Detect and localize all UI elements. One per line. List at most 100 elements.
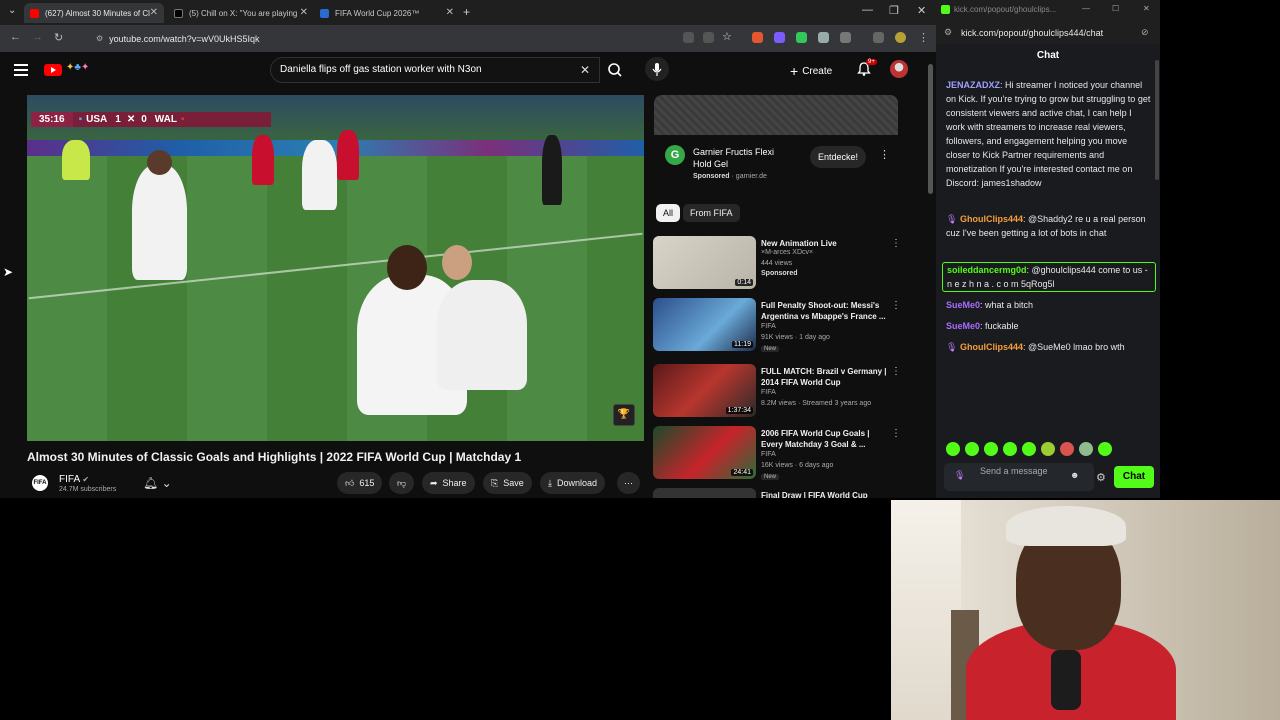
browser-menu-icon[interactable]: ⋮ — [918, 31, 929, 44]
emote-icon[interactable] — [965, 442, 979, 456]
more-vertical-icon[interactable]: ⋮ — [879, 148, 890, 161]
more-vertical-icon[interactable]: ⋮ — [891, 300, 901, 311]
chat-url-bar[interactable]: ⚙ kick.com/popout/ghoulclips444/chat ⊘ — [936, 22, 1160, 44]
extension-icon[interactable] — [774, 32, 785, 43]
emote-icon[interactable] — [1060, 442, 1074, 456]
emote-icon[interactable] — [1079, 442, 1093, 456]
chat-username[interactable]: JENAZADXZ — [946, 80, 1000, 90]
more-vertical-icon[interactable]: ⋮ — [891, 238, 901, 249]
site-info-icon[interactable]: ⚙ — [944, 27, 952, 38]
share-button[interactable]: ➦ Share — [422, 472, 475, 494]
extension-icon[interactable] — [752, 32, 763, 43]
tab-search-icon[interactable]: ⌄ — [8, 5, 16, 16]
subscription-bell-button[interactable]: 🔔︎ ⌄ — [143, 476, 172, 490]
emote-icon[interactable] — [1022, 442, 1036, 456]
site-info-icon[interactable]: ⚙ — [96, 34, 103, 43]
ad-banner-image[interactable] — [654, 95, 898, 135]
search-button[interactable] — [600, 57, 630, 83]
mic-badge-icon: 🎙︎ — [954, 470, 966, 480]
reload-icon[interactable]: ↻ — [54, 31, 63, 44]
like-button[interactable]: 👍︎ 615 — [337, 472, 383, 494]
tab-x[interactable]: (5) Chill on X: "You are playing ✕ — [168, 3, 314, 23]
extension-icon[interactable] — [796, 32, 807, 43]
bookmark-star-icon[interactable]: ☆ — [722, 30, 733, 43]
chat-message-input[interactable]: 🎙︎ Send a message ☻ — [944, 463, 1094, 491]
recommendation-item[interactable]: 1:37:34 FULL MATCH: Brazil v Germany | 2… — [653, 364, 903, 422]
channel-name[interactable]: FIFA ✔ — [59, 474, 89, 485]
channel-avatar[interactable]: FIFA — [32, 475, 48, 491]
scrollbar-thumb[interactable] — [1155, 60, 1159, 180]
download-button[interactable]: ⤓ Download — [540, 472, 606, 494]
chat-username[interactable]: GhoulClips444 — [960, 342, 1023, 352]
chip-from-fifa[interactable]: From FIFA — [683, 204, 740, 222]
video-thumbnail: 1:37:34 — [653, 364, 756, 417]
chat-send-button[interactable]: Chat — [1114, 466, 1154, 488]
extension-icon[interactable] — [873, 32, 884, 43]
close-window-icon[interactable]: ✕ — [917, 4, 926, 17]
chat-username[interactable]: SueMe0 — [946, 321, 980, 331]
ad-card[interactable]: G Garnier Fructis Flexi Hold Gel Sponsor… — [654, 135, 898, 190]
voice-search-button[interactable] — [645, 57, 669, 81]
ad-sponsor-line: Sponsored · garnier.de — [693, 173, 767, 180]
more-horizontal-icon: ⋯ — [624, 477, 633, 488]
tab-fifa[interactable]: FIFA World Cup 2026™ ✕ — [314, 3, 460, 23]
cast-icon[interactable] — [683, 32, 694, 43]
video-player[interactable] — [27, 95, 644, 441]
doodle-icon[interactable]: ✦♣✦ — [66, 62, 106, 78]
maximize-icon[interactable]: ☐ — [1112, 4, 1119, 13]
recommendation-item[interactable]: 24:41 2006 FIFA World Cup Goals | Every … — [653, 426, 903, 484]
chat-username[interactable]: soileddancermg0d — [947, 265, 1027, 275]
chat-text: : fuckable — [980, 321, 1019, 331]
extensions-puzzle-icon[interactable] — [840, 32, 851, 43]
url-field[interactable]: ⚙ youtube.com/watch?v=wV0UkHS5Iqk — [88, 29, 738, 48]
dislike-button[interactable]: 👎︎ — [389, 472, 415, 494]
more-vertical-icon[interactable]: ⋮ — [891, 428, 901, 439]
emote-icon[interactable] — [946, 442, 960, 456]
recommendation-item[interactable]: 0:14 New Animation Live ×M-arces XDcv× 4… — [653, 236, 903, 294]
recommendation-item[interactable]: Final Draw | FIFA World Cup — [653, 488, 903, 498]
minimize-icon[interactable]: — — [862, 4, 873, 16]
chat-username[interactable]: GhoulClips444 — [960, 214, 1023, 224]
close-window-icon[interactable]: ✕ — [1143, 4, 1150, 13]
recommendation-title: FULL MATCH: Brazil v Germany | 2014 FIFA… — [761, 367, 887, 387]
maximize-icon[interactable]: ❐ — [889, 4, 899, 17]
close-tab-icon[interactable]: ✕ — [150, 7, 158, 18]
profile-icon[interactable] — [895, 32, 906, 43]
save-button[interactable]: ⎘ Save — [483, 472, 532, 494]
more-vertical-icon[interactable]: ⋮ — [891, 366, 901, 377]
eye-off-icon[interactable] — [703, 32, 714, 43]
forward-icon[interactable]: → — [32, 31, 43, 43]
account-avatar[interactable] — [890, 60, 908, 78]
page-scrollbar[interactable] — [928, 56, 933, 494]
create-button[interactable]: + Create — [790, 60, 842, 82]
chat-scrollbar[interactable] — [1155, 50, 1159, 490]
emote-icon[interactable] — [1098, 442, 1112, 456]
hamburger-menu-icon[interactable] — [14, 64, 28, 76]
scrollbar-thumb[interactable] — [928, 64, 933, 194]
search-input[interactable]: Daniella flips off gas station worker wi… — [270, 57, 600, 83]
chat-settings-gear-icon[interactable]: ⚙ — [1096, 471, 1106, 484]
world-cup-trophy-icon[interactable]: 🏆 — [613, 404, 635, 426]
emote-icon[interactable] — [984, 442, 998, 456]
tab-youtube[interactable]: (627) Almost 30 Minutes of Cl ✕ — [24, 3, 164, 23]
minimize-icon[interactable]: — — [1082, 4, 1090, 13]
player-head — [387, 245, 427, 290]
more-actions-button[interactable]: ⋯ — [617, 472, 640, 494]
new-tab-button[interactable]: + — [463, 5, 470, 19]
close-tab-icon[interactable]: ✕ — [446, 7, 454, 18]
emote-icon[interactable] — [1003, 442, 1017, 456]
back-icon[interactable]: ← — [10, 31, 21, 43]
extension-icon[interactable] — [818, 32, 829, 43]
ad-cta-button[interactable]: Entdecke! — [810, 146, 866, 168]
chip-all[interactable]: All — [656, 204, 681, 222]
emote-icon[interactable] — [1041, 442, 1055, 456]
duration-badge: 11:19 — [732, 341, 753, 348]
clear-search-icon[interactable]: ✕ — [580, 63, 590, 77]
close-tab-icon[interactable]: ✕ — [300, 7, 308, 18]
youtube-logo-icon[interactable] — [44, 64, 62, 76]
emoji-picker-icon[interactable]: ☻ — [1070, 470, 1079, 480]
eye-off-icon[interactable]: ⊘ — [1141, 27, 1149, 38]
chat-username[interactable]: SueMe0 — [946, 300, 980, 310]
recommendation-item[interactable]: 11:19 Full Penalty Shoot-out: Messi's Ar… — [653, 298, 903, 356]
chat-message: SueMe0: what a bitch — [946, 298, 1151, 312]
